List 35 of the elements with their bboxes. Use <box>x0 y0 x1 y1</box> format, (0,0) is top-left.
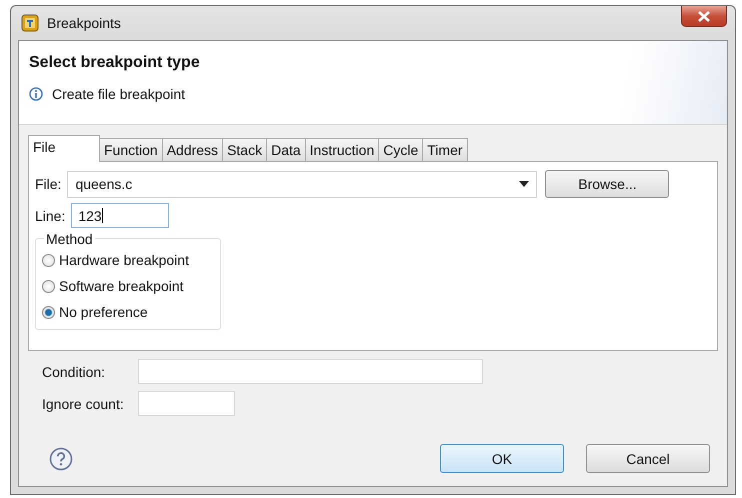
tab[interactable]: Address <box>162 138 224 161</box>
condition-field[interactable] <box>138 359 483 384</box>
ignore-count-field[interactable] <box>138 391 235 416</box>
radio-label: Software breakpoint <box>59 278 184 294</box>
help-icon[interactable] <box>49 446 73 470</box>
tab[interactable]: Instruction <box>304 138 380 161</box>
dialog-button[interactable]: OK <box>440 444 564 473</box>
method-legend: Method <box>44 231 95 247</box>
tab[interactable]: Data <box>266 138 306 161</box>
line-label: Line: <box>35 208 66 224</box>
info-icon <box>29 87 43 101</box>
tab[interactable]: File <box>28 135 100 162</box>
close-button[interactable] <box>681 6 727 27</box>
header-title: Select breakpoint type <box>29 54 201 72</box>
header-message: Create file breakpoint <box>52 86 186 102</box>
close-icon <box>698 10 710 22</box>
radio-button[interactable] <box>42 280 55 292</box>
window-title: Breakpoints <box>47 15 121 31</box>
browse-button[interactable]: Browse... <box>545 170 670 198</box>
app-icon <box>21 14 39 32</box>
condition-label: Condition: <box>42 364 106 380</box>
radio-label: No preference <box>59 304 148 320</box>
file-label: File: <box>35 176 62 192</box>
tab[interactable]: Function <box>99 138 163 161</box>
line-field[interactable]: 123 <box>71 203 170 228</box>
ignore-count-label: Ignore count: <box>42 396 125 412</box>
radio-button[interactable] <box>42 254 55 266</box>
file-combo[interactable]: queens.c <box>67 170 538 198</box>
radio-label: Hardware breakpoint <box>59 252 189 268</box>
tab[interactable]: Timer <box>422 138 468 161</box>
dropdown-icon <box>519 181 530 187</box>
tab[interactable]: Stack <box>222 138 268 161</box>
dialog-button[interactable]: Cancel <box>586 444 710 473</box>
radio-button[interactable] <box>42 306 55 318</box>
tab[interactable]: Cycle <box>378 138 424 161</box>
